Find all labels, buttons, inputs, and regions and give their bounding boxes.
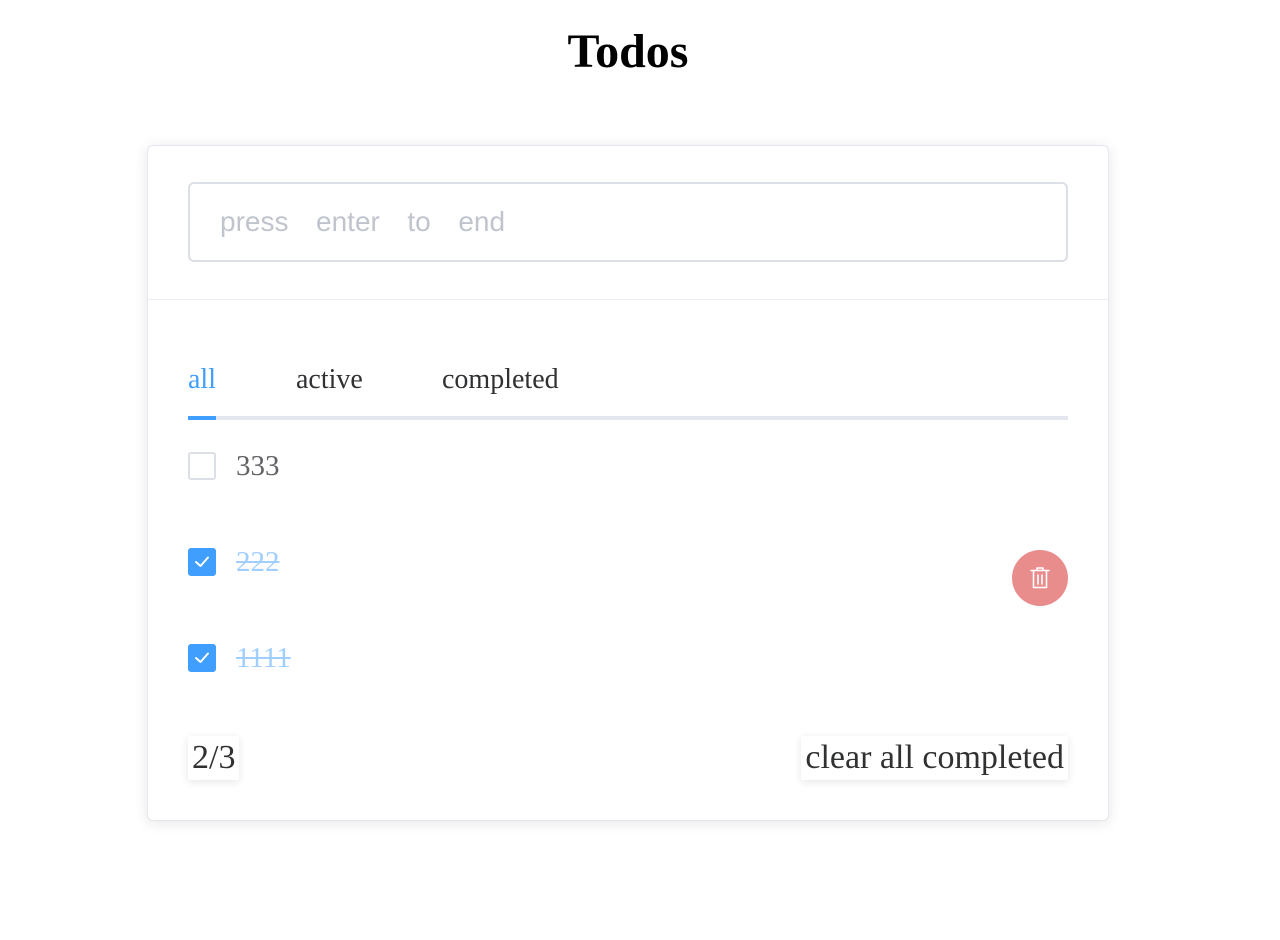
tabs-track	[188, 416, 1068, 420]
new-todo-input[interactable]	[188, 182, 1068, 262]
tab-active[interactable]: active	[296, 362, 363, 398]
todo-item: 1111	[188, 628, 1068, 724]
todo-checkbox[interactable]	[188, 644, 216, 672]
check-icon	[195, 652, 209, 663]
tabs-active-indicator	[188, 416, 216, 420]
delete-todo-button[interactable]	[1012, 550, 1068, 606]
tab-all[interactable]: all	[188, 362, 216, 398]
todo-text: 222	[236, 546, 280, 578]
check-icon	[195, 556, 209, 567]
todo-checkbox[interactable]	[188, 548, 216, 576]
completed-count: 2/3	[188, 736, 240, 780]
trash-icon	[1030, 567, 1050, 589]
card-header	[148, 146, 1108, 300]
todo-checkbox[interactable]	[188, 452, 216, 480]
todo-card: all active completed 333 222	[147, 145, 1109, 821]
todo-item: 333	[188, 436, 1068, 532]
filter-tabs: all active completed	[188, 346, 1068, 421]
todo-text: 333	[236, 450, 280, 482]
tab-completed[interactable]: completed	[442, 362, 559, 398]
todo-list: 333 222 1111	[188, 436, 1068, 724]
todo-text: 1111	[236, 642, 291, 674]
page-title: Todos	[567, 25, 689, 78]
clear-completed-button[interactable]: clear all completed	[801, 736, 1068, 780]
todo-item: 222	[188, 532, 1068, 628]
